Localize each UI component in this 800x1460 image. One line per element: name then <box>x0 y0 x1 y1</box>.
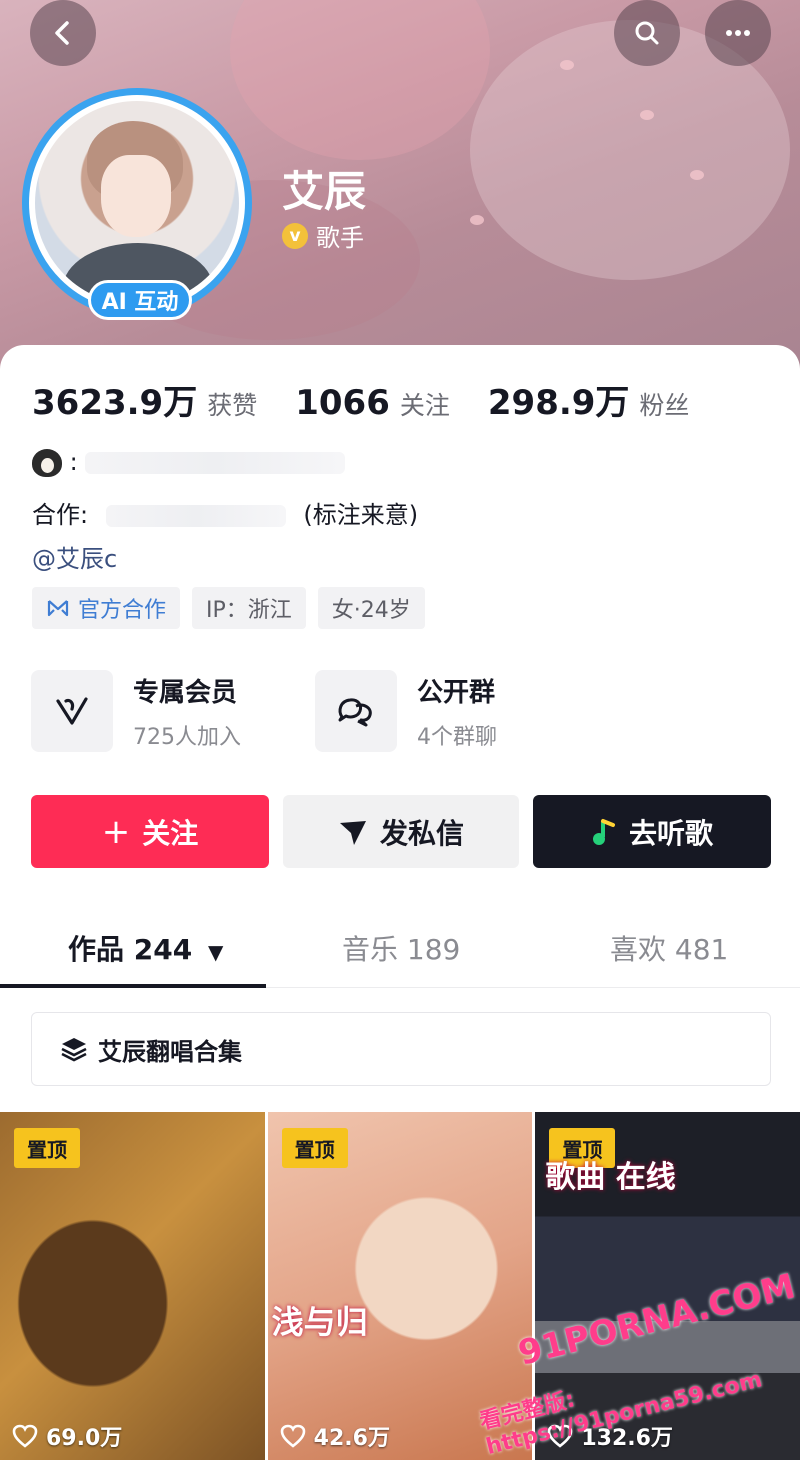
video-likes: 69.0万 <box>12 1420 122 1452</box>
more-dots-icon <box>726 30 750 36</box>
feature-subtitle: 725人加入 <box>133 724 241 750</box>
stat-label: 关注 <box>399 391 450 420</box>
tag-label: 女·24岁 <box>331 598 411 623</box>
listen-label: 去听歌 <box>628 816 713 850</box>
tab-label: 音乐 189 <box>342 933 461 966</box>
video-overlay-text: 浅与归 <box>271 1303 368 1341</box>
search-button[interactable] <box>614 0 680 66</box>
chevron-left-icon <box>55 21 69 45</box>
message-label: 发私信 <box>379 816 464 850</box>
blurred-text <box>85 452 346 474</box>
feature-title: 专属会员 <box>133 677 238 708</box>
tag-gender-age: 女·24岁 <box>317 587 425 629</box>
heart-icon <box>280 1424 305 1448</box>
pinned-badge: 置顶 <box>281 1128 348 1168</box>
active-tab-indicator <box>0 984 266 988</box>
video-tile[interactable]: 置顶 69.0万 <box>0 1112 265 1460</box>
ai-interaction-badge[interactable]: AI 互动 <box>88 280 192 320</box>
tab-label: 喜欢 481 <box>610 933 729 966</box>
stat-value: 3623.9万 <box>32 383 198 423</box>
verified-icon: v <box>282 222 308 249</box>
stat-following[interactable]: 1066 关注 <box>295 383 450 423</box>
stat-label: 获赞 <box>207 391 258 420</box>
avatar-image <box>35 101 239 305</box>
collection-banner[interactable]: 艾辰翻唱合集 <box>31 1012 771 1086</box>
v-membership-icon <box>56 697 88 725</box>
layers-icon <box>61 1038 87 1062</box>
feature-subtitle: 4个群聊 <box>417 724 497 750</box>
verification-row: v 歌手 <box>282 218 364 253</box>
exclusive-membership[interactable]: 专属会员 725人加入 <box>31 670 241 752</box>
petal-decoration <box>640 110 654 120</box>
blurred-text <box>105 505 286 527</box>
stat-value: 1066 <box>295 383 390 423</box>
bio-cooperation-note: (标注来意) <box>303 501 419 529</box>
video-likes: 42.6万 <box>280 1420 390 1452</box>
bio-cooperation-line: 合作: (标注来意) <box>32 495 418 530</box>
tag-ip-location: IP：浙江 <box>192 587 306 629</box>
tab-liked[interactable]: 喜欢 481 <box>610 928 728 968</box>
penguin-icon <box>32 449 62 477</box>
tags-row: 官方合作 IP：浙江 女·24岁 <box>32 587 425 629</box>
tab-works[interactable]: 作品 244 ▼ <box>68 928 223 968</box>
banner-art <box>230 0 490 160</box>
plus-icon: + <box>101 811 131 852</box>
feature-title: 公开群 <box>417 677 496 708</box>
listen-songs-button[interactable]: 去听歌 <box>533 795 771 868</box>
tag-label: 官方合作 <box>78 598 167 623</box>
chat-bubbles-icon <box>338 698 372 727</box>
follow-button[interactable]: + 关注 <box>31 795 269 868</box>
send-icon <box>339 820 366 845</box>
group-icon-box <box>315 670 397 752</box>
search-icon <box>635 21 659 45</box>
more-button[interactable] <box>705 0 771 66</box>
bio-cooperation-label: 合作: <box>32 501 89 529</box>
heart-icon <box>12 1424 38 1448</box>
petal-decoration <box>560 60 574 70</box>
profile-name: 艾辰 <box>282 167 367 216</box>
likes-count: 42.6万 <box>313 1426 390 1451</box>
tab-label: 作品 244 <box>68 933 193 966</box>
tag-official-cooperation[interactable]: 官方合作 <box>32 587 181 629</box>
bio-mention[interactable]: @艾辰c <box>32 539 117 574</box>
pinned-badge: 置顶 <box>14 1128 80 1168</box>
collection-label: 艾辰翻唱合集 <box>98 1037 242 1066</box>
bio-qq-line: : <box>32 448 346 477</box>
public-group[interactable]: 公开群 4个群聊 <box>315 670 497 752</box>
dropdown-arrow-icon: ▼ <box>207 940 224 964</box>
music-note-icon <box>592 818 615 845</box>
tag-label: IP：浙江 <box>206 598 292 623</box>
stats-row: 3623.9万 获赞 1066 关注 298.9万 粉丝 <box>32 375 727 424</box>
handshake-icon <box>47 600 69 617</box>
content-tabs: 作品 244 ▼ 音乐 189 喜欢 481 <box>0 908 800 988</box>
profile-role: 歌手 <box>316 224 364 252</box>
stat-followers[interactable]: 298.9万 粉丝 <box>488 375 690 424</box>
video-overlay-text: 歌曲 在线 <box>545 1160 676 1195</box>
stat-value: 298.9万 <box>487 383 630 423</box>
follow-label: 关注 <box>142 816 199 850</box>
petal-decoration <box>470 215 484 225</box>
stat-likes[interactable]: 3623.9万 获赞 <box>32 375 257 424</box>
petal-decoration <box>690 170 704 180</box>
send-message-button[interactable]: 发私信 <box>283 795 519 868</box>
likes-count: 69.0万 <box>46 1426 123 1451</box>
tab-music[interactable]: 音乐 189 <box>342 928 460 968</box>
back-button[interactable] <box>30 0 96 66</box>
bio-qq-colon: : <box>69 448 78 476</box>
avatar-art <box>101 155 171 237</box>
stat-label: 粉丝 <box>639 391 690 420</box>
membership-icon-box <box>31 670 113 752</box>
